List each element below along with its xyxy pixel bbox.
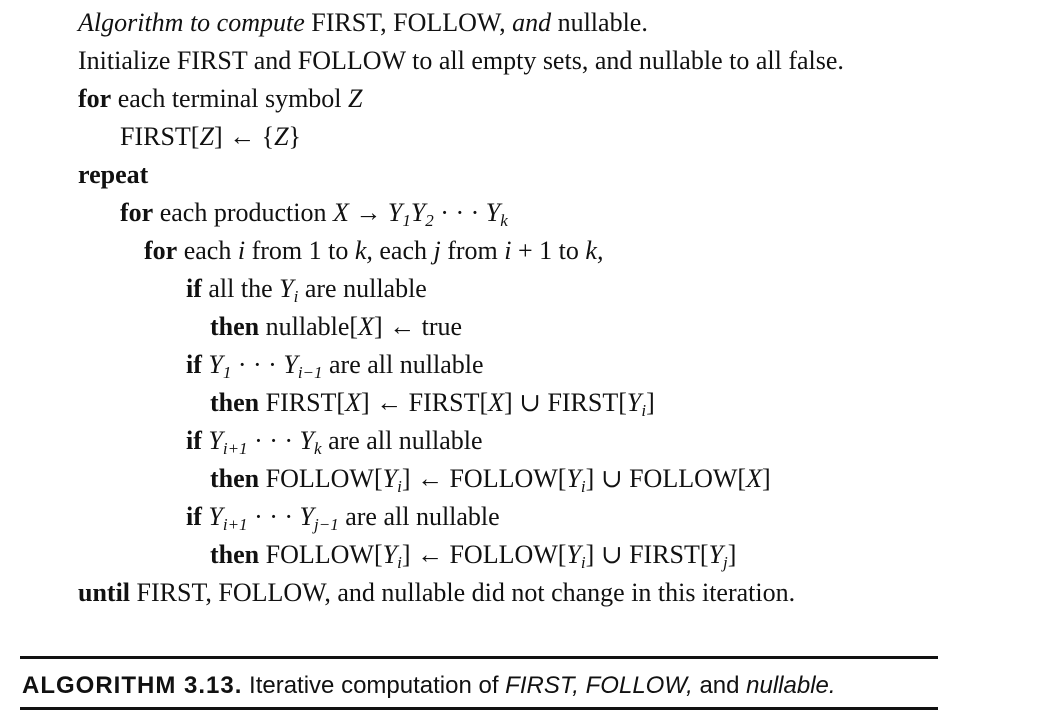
for-production-text: each production xyxy=(159,198,327,227)
algorithm-title: Algorithm to compute FIRST, FOLLOW, and … xyxy=(78,6,648,40)
until-text: FIRST, FOLLOW, and nullable did not chan… xyxy=(136,578,796,607)
caption-top-rule xyxy=(20,656,938,659)
var-z: Z xyxy=(348,84,363,113)
text-each: each xyxy=(379,236,427,265)
then-nullable-expr: nullable[X] ← true xyxy=(265,312,463,341)
caption-text: Iterative computation of xyxy=(249,672,499,699)
title-and: and xyxy=(512,8,552,37)
init-line: Initialize FIRST and FOLLOW to all empty… xyxy=(78,46,844,75)
var-y1: Y1 xyxy=(387,198,411,230)
then-keyword: then xyxy=(210,388,260,417)
var-yj-minus-1: Yj−1 xyxy=(299,502,339,534)
algorithm-caption: ALGORITHM 3.13. Iterative computation of… xyxy=(22,670,836,702)
if-middle-nullable-line: if Yi+1 · · · Yj−1 are all nullable xyxy=(186,500,500,534)
until-keyword: until xyxy=(78,578,131,607)
var-x: X xyxy=(332,198,349,227)
until-line: until FIRST, FOLLOW, and nullable did no… xyxy=(78,576,795,610)
if-keyword: if xyxy=(186,274,202,303)
dots: · · · xyxy=(254,502,294,531)
for-terminal-text: each terminal symbol xyxy=(117,84,342,113)
title-nullable: nullable. xyxy=(557,8,648,37)
caption-bottom-rule xyxy=(20,707,938,710)
var-yi: Yi xyxy=(279,274,299,306)
then-nullable-line: then nullable[X] ← true xyxy=(210,310,462,344)
var-yk: Yk xyxy=(485,198,508,230)
for-terminal-line: for each terminal symbol Z xyxy=(78,82,363,116)
then-first-line: then FIRST[X] ← FIRST[X] ∪ FIRST[Yi] xyxy=(210,386,655,420)
repeat-keyword: repeat xyxy=(78,160,149,189)
var-yi-minus-1: Yi−1 xyxy=(283,350,323,382)
then-keyword: then xyxy=(210,540,260,569)
then-follow-x-expr: FOLLOW[Yi] ← FOLLOW[Yi] ∪ FOLLOW[X] xyxy=(265,464,771,496)
arrow-symbol: → xyxy=(355,198,382,227)
title-first: FIRST, xyxy=(311,8,387,37)
then-first-expr: FIRST[X] ← FIRST[X] ∪ FIRST[Yi] xyxy=(265,388,655,420)
text-are-nullable: are nullable xyxy=(304,274,427,303)
then-follow-first-line: then FOLLOW[Yi] ← FOLLOW[Yi] ∪ FIRST[Yj] xyxy=(210,538,736,572)
var-i: i xyxy=(237,236,246,265)
for-keyword: for xyxy=(78,84,112,113)
for-production-line: for each production X → Y1Y2 · · · Yk xyxy=(120,196,508,230)
if-suffix-nullable-line: if Yi+1 · · · Yk are all nullable xyxy=(186,424,483,458)
var-yk: Yk xyxy=(299,426,322,458)
caption-label: ALGORITHM 3.13. xyxy=(22,672,243,699)
for-keyword: for xyxy=(120,198,154,227)
for-ij-line: for each i from 1 to k, each j from i + … xyxy=(144,234,603,268)
caption-nullable: nullable. xyxy=(746,672,836,699)
text-are-all-nullable: are all nullable xyxy=(345,502,500,531)
text-each: each xyxy=(183,236,232,265)
var-y2: Y2 xyxy=(410,198,434,230)
if-keyword: if xyxy=(186,350,202,379)
text-are-all-nullable: are all nullable xyxy=(328,426,483,455)
text-are-all-nullable: are all nullable xyxy=(329,350,484,379)
text-from: from 1 to xyxy=(251,236,349,265)
then-follow-first-expr: FOLLOW[Yi] ← FOLLOW[Yi] ∪ FIRST[Yj] xyxy=(265,540,737,572)
var-y1: Y1 xyxy=(208,350,232,382)
caption-first: FIRST, xyxy=(505,672,579,699)
first-z-line: FIRST[Z] ← {Z} xyxy=(120,120,301,154)
first-z-end: } xyxy=(288,122,302,151)
var-yi-plus-1: Yi+1 xyxy=(208,502,248,534)
then-keyword: then xyxy=(210,312,260,341)
if-keyword: if xyxy=(186,502,202,531)
caption-follow: FOLLOW, xyxy=(585,672,693,699)
first-z-lhs: FIRST[ xyxy=(120,122,200,151)
if-all-nullable-line: if all the Yi are nullable xyxy=(186,272,427,306)
var-yi-plus-1: Yi+1 xyxy=(208,426,248,458)
text-plus-one-to: + 1 to xyxy=(518,236,579,265)
text-from: from xyxy=(447,236,498,265)
first-z-mid: ] ← { xyxy=(213,122,275,151)
then-keyword: then xyxy=(210,464,260,493)
var-z: Z xyxy=(199,122,214,151)
if-prefix-nullable-line: if Y1 · · · Yi−1 are all nullable xyxy=(186,348,484,382)
caption-and: and xyxy=(699,672,740,699)
if-keyword: if xyxy=(186,426,202,455)
var-z: Z xyxy=(274,122,289,151)
dots: · · · xyxy=(254,426,294,455)
var-i: i xyxy=(504,236,512,265)
title-prefix: Algorithm to compute xyxy=(78,8,305,37)
for-keyword: for xyxy=(144,236,178,265)
then-follow-x-line: then FOLLOW[Yi] ← FOLLOW[Yi] ∪ FOLLOW[X] xyxy=(210,462,771,496)
dots: · · · xyxy=(440,198,480,227)
algorithm-page: Algorithm to compute FIRST, FOLLOW, and … xyxy=(0,0,1056,722)
title-follow: FOLLOW, xyxy=(393,8,506,37)
var-k: k, xyxy=(354,236,373,265)
var-j: j xyxy=(433,236,441,265)
text-all-the: all the xyxy=(208,274,273,303)
dots: · · · xyxy=(237,350,277,379)
var-k: k, xyxy=(585,236,604,265)
